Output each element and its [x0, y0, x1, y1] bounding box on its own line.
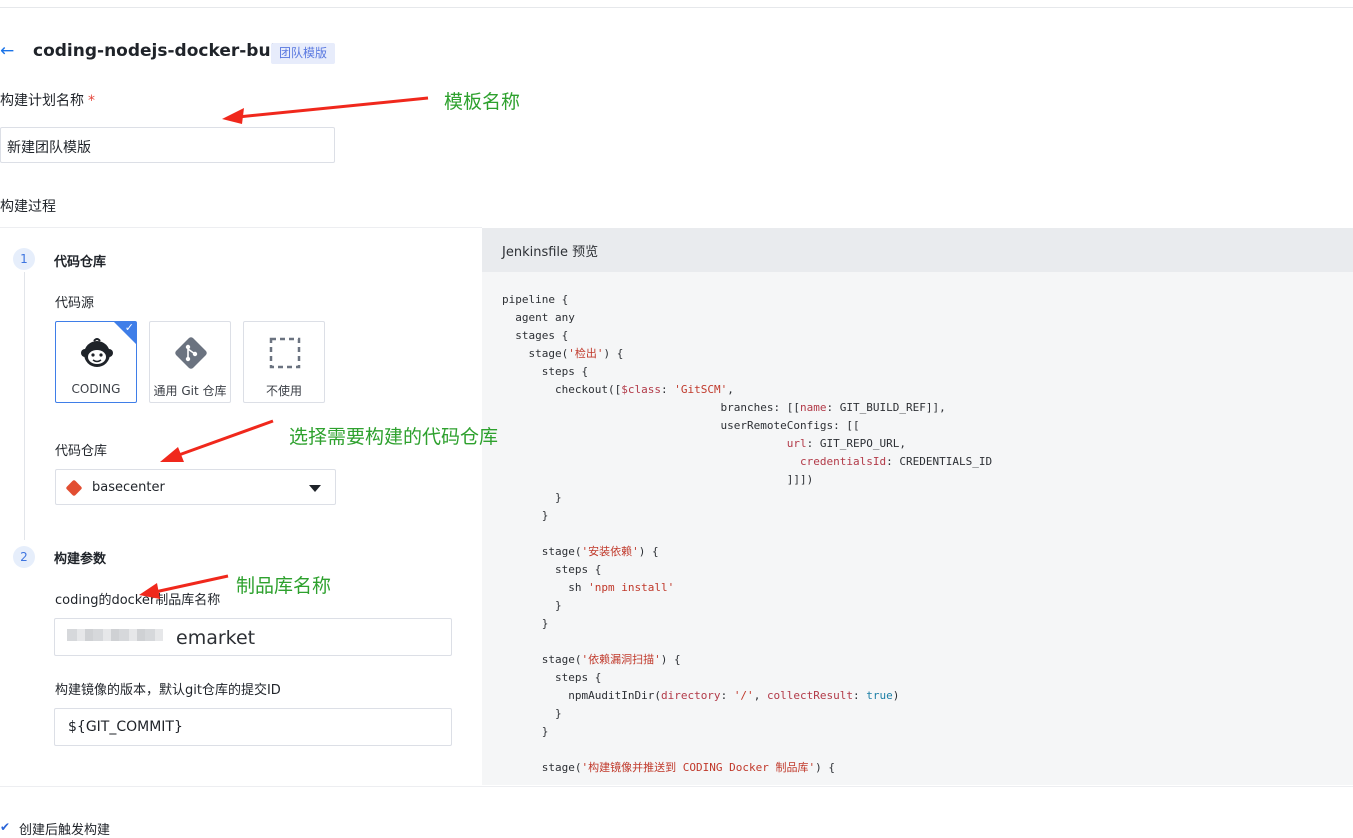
code-source-label: 代码源 [55, 296, 95, 311]
jenkinsfile-code: pipeline { agent any stages { stage('检出'… [502, 293, 993, 774]
source-card-label: CODING [71, 382, 121, 396]
section-divider [0, 227, 482, 228]
dashed-square-icon [269, 337, 301, 369]
image-version-label: 构建镜像的版本，默认git仓库的提交ID [55, 683, 281, 698]
step-connector [24, 272, 25, 540]
annotation-template-name: 模板名称 [444, 91, 521, 113]
repo-select[interactable]: basecenter [55, 469, 336, 505]
step-1-number: 1 [13, 248, 35, 270]
annotation-artifact-name: 制品库名称 [236, 575, 332, 597]
source-card-coding[interactable]: ✓ CODING [55, 321, 137, 403]
preview-title: Jenkinsfile 预览 [502, 245, 599, 260]
repo-label: 代码仓库 [55, 444, 108, 459]
repo-select-value: basecenter [92, 480, 165, 495]
template-type-badge: 团队模版 [271, 43, 336, 64]
plan-name-label-text: 构建计划名称 [0, 93, 84, 109]
plan-name-input[interactable]: 新建团队模版 [0, 127, 335, 163]
image-version-value: ${GIT_COMMIT} [68, 719, 183, 735]
annotation-select-repo: 选择需要构建的代码仓库 [289, 426, 499, 448]
process-label: 构建过程 [0, 199, 56, 215]
source-card-label: 通用 Git 仓库 [153, 384, 227, 398]
back-arrow-icon[interactable]: ← [0, 42, 18, 60]
plan-name-value: 新建团队模版 [7, 140, 91, 156]
required-mark: * [88, 93, 95, 109]
top-divider [0, 7, 1353, 8]
source-card-none[interactable]: 不使用 [243, 321, 325, 403]
git-repo-icon [65, 479, 83, 497]
source-card-label: 不使用 [265, 384, 302, 398]
trigger-label: 创建后触发构建 [19, 823, 111, 838]
artifact-repo-label: coding的docker制品库名称 [55, 593, 221, 608]
source-card-git[interactable]: 通用 Git 仓库 [149, 321, 231, 403]
bottom-divider [0, 786, 1353, 787]
trigger-checkbox[interactable]: ✔ [0, 820, 10, 834]
git-icon [175, 337, 207, 369]
step-2-title: 构建参数 [54, 552, 107, 567]
image-version-input[interactable]: ${GIT_COMMIT} [54, 708, 452, 746]
plan-name-label: 构建计划名称 * [0, 90, 95, 110]
coding-monkey-icon [81, 338, 113, 367]
redacted-text [67, 629, 163, 641]
caret-down-icon [309, 485, 321, 492]
artifact-repo-value-text: emarket [176, 627, 256, 649]
jenkinsfile-preview-panel[interactable]: Jenkinsfile 预览 pipeline { agent any stag… [482, 228, 1353, 785]
step-2-number: 2 [13, 546, 35, 568]
step-1-title: 代码仓库 [54, 255, 107, 270]
check-icon: ✓ [124, 321, 134, 334]
page-title: coding-nodejs-docker-build [33, 41, 295, 61]
preview-header: Jenkinsfile 预览 [482, 228, 1353, 272]
